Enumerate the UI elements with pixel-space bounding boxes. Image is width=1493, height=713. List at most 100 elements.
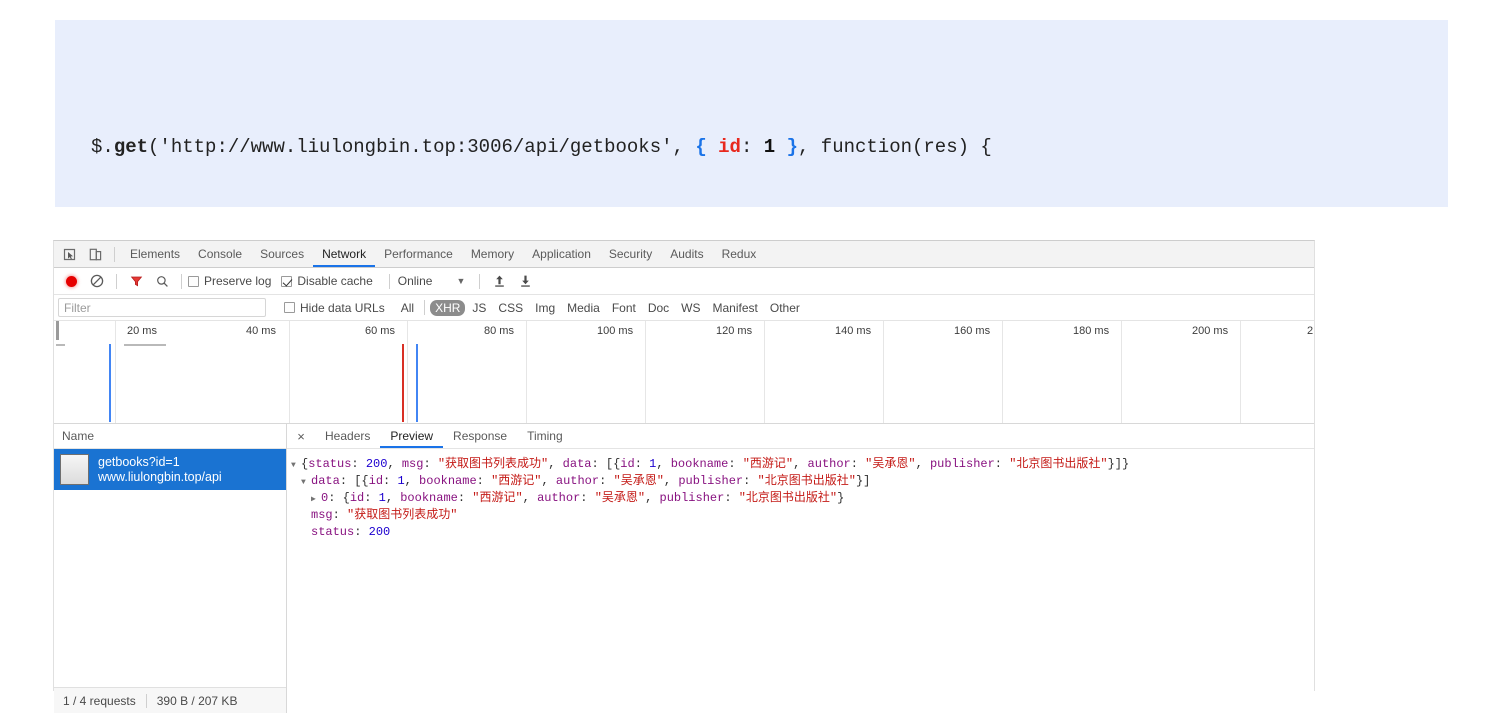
tab-performance[interactable]: Performance bbox=[375, 241, 462, 267]
preserve-log-checkbox[interactable]: Preserve log bbox=[188, 274, 271, 288]
record-dot-icon bbox=[65, 275, 77, 287]
toolbar-divider bbox=[116, 273, 117, 289]
request-name-column: Name getbooks?id=1 www.liulongbin.top/ap… bbox=[54, 424, 287, 713]
type-filter-other[interactable]: Other bbox=[765, 300, 805, 316]
request-row-text: getbooks?id=1 www.liulongbin.top/api bbox=[98, 455, 222, 485]
overview-tick-label: 200 ms bbox=[1192, 325, 1229, 337]
toggle-device-toolbar-icon[interactable] bbox=[82, 242, 108, 266]
overview-tick-label: 160 ms bbox=[954, 325, 991, 337]
code-method-get: get bbox=[113, 136, 149, 158]
inspect-element-icon[interactable] bbox=[56, 242, 82, 266]
tab-sources[interactable]: Sources bbox=[251, 241, 313, 267]
tab-network[interactable]: Network bbox=[313, 241, 375, 267]
json-value-id: 1 bbox=[378, 491, 386, 505]
tab-memory[interactable]: Memory bbox=[462, 241, 523, 267]
filter-input[interactable] bbox=[58, 298, 266, 317]
tab-security[interactable]: Security bbox=[600, 241, 661, 267]
record-button[interactable] bbox=[58, 269, 84, 293]
hide-data-urls-checkbox[interactable]: Hide data URLs bbox=[284, 301, 385, 315]
tab-console[interactable]: Console bbox=[189, 241, 251, 267]
json-punct: : bbox=[423, 457, 438, 471]
network-filter-bar: Hide data URLs All XHR JS CSS Img Media … bbox=[54, 295, 1314, 321]
code-line-1: $.get('http://www.liulongbin.top:3006/ap… bbox=[91, 126, 1448, 168]
json-line-msg: msg: "获取图书列表成功" bbox=[291, 507, 1314, 524]
type-filter-doc[interactable]: Doc bbox=[643, 300, 674, 316]
json-value-status: 200 bbox=[368, 525, 391, 539]
json-key-publisher: publisher bbox=[929, 457, 995, 471]
detail-tab-preview[interactable]: Preview bbox=[380, 424, 443, 448]
disable-cache-checkbox[interactable]: Disable cache bbox=[281, 274, 373, 288]
detail-tab-timing[interactable]: Timing bbox=[517, 424, 573, 448]
close-icon[interactable]: × bbox=[291, 426, 311, 446]
type-filter-manifest[interactable]: Manifest bbox=[708, 300, 763, 316]
json-value-status: 200 bbox=[365, 457, 388, 471]
json-punct: , bbox=[915, 457, 930, 471]
json-key-msg: msg bbox=[401, 457, 424, 471]
type-filter-font[interactable]: Font bbox=[607, 300, 641, 316]
tab-redux[interactable]: Redux bbox=[713, 241, 766, 267]
type-filter-img[interactable]: Img bbox=[530, 300, 560, 316]
json-line-data[interactable]: ▼ data: [{id: 1, bookname: "西游记", author:… bbox=[291, 473, 1314, 490]
overview-tick-label: 40 ms bbox=[246, 325, 276, 337]
json-key-id: id bbox=[368, 474, 384, 488]
throttling-value: Online bbox=[397, 274, 433, 288]
type-filter-css[interactable]: CSS bbox=[493, 300, 528, 316]
hide-data-urls-label: Hide data URLs bbox=[300, 300, 385, 315]
request-row-getbooks[interactable]: getbooks?id=1 www.liulongbin.top/api bbox=[54, 449, 286, 490]
json-key-status: status bbox=[308, 457, 352, 471]
json-punct: : [{ bbox=[339, 474, 369, 488]
details-tabbar: × Headers Preview Response Timing bbox=[287, 424, 1314, 449]
detail-tab-headers[interactable]: Headers bbox=[315, 424, 380, 448]
tab-elements[interactable]: Elements bbox=[121, 241, 189, 267]
overview-tick-label: 60 ms bbox=[365, 325, 395, 337]
json-line-root[interactable]: ▼ {status: 200, msg: "获取图书列表成功", data: [{… bbox=[291, 456, 1314, 473]
toolbar-divider bbox=[181, 273, 182, 289]
clear-button[interactable] bbox=[84, 269, 110, 293]
json-punct: }] bbox=[855, 474, 871, 488]
export-har-icon[interactable] bbox=[512, 269, 538, 293]
overview-tick-label: 80 ms bbox=[484, 325, 514, 337]
disclosure-triangle-collapsed-icon[interactable]: ▶ bbox=[311, 491, 321, 508]
json-key-msg: msg bbox=[311, 508, 333, 522]
json-key-bookname: bookname bbox=[419, 474, 477, 488]
import-har-icon[interactable] bbox=[486, 269, 512, 293]
search-icon[interactable] bbox=[149, 269, 175, 293]
tab-application[interactable]: Application bbox=[523, 241, 600, 267]
detail-tab-response[interactable]: Response bbox=[443, 424, 517, 448]
code-snippet-block: $.get('http://www.liulongbin.top:3006/ap… bbox=[55, 20, 1448, 410]
json-punct: : bbox=[364, 491, 379, 505]
filter-funnel-icon[interactable] bbox=[123, 269, 149, 293]
type-filter-media[interactable]: Media bbox=[562, 300, 605, 316]
code-close-brace: } bbox=[786, 136, 798, 158]
tab-audits[interactable]: Audits bbox=[661, 241, 712, 267]
json-punct: , bbox=[404, 474, 420, 488]
throttling-select[interactable]: Online ▼ bbox=[398, 274, 466, 288]
type-filter-js[interactable]: JS bbox=[467, 300, 491, 316]
disclosure-triangle-expanded-icon[interactable]: ▼ bbox=[301, 474, 311, 491]
chevron-down-icon: ▼ bbox=[456, 276, 466, 286]
json-punct: : bbox=[383, 474, 398, 488]
json-punct: : bbox=[724, 491, 739, 505]
type-filter-all[interactable]: All bbox=[396, 300, 419, 316]
toolbar-divider bbox=[388, 273, 390, 289]
code-text: , function(res) { bbox=[797, 136, 992, 158]
overview-tick-label: 20 ms bbox=[127, 325, 157, 337]
json-key-data: data bbox=[311, 474, 340, 488]
overview-tick-label: 100 ms bbox=[597, 325, 634, 337]
type-filter-ws[interactable]: WS bbox=[676, 300, 705, 316]
json-punct: , bbox=[663, 474, 679, 488]
network-overview-timeline[interactable]: 20 ms 40 ms 60 ms 80 ms 100 ms 120 ms 14… bbox=[54, 321, 1314, 424]
json-value-id: 1 bbox=[397, 474, 405, 488]
json-punct: , bbox=[793, 457, 808, 471]
network-action-bar: Preserve log Disable cache Online ▼ bbox=[54, 268, 1314, 295]
overview-event-line-blue bbox=[416, 344, 418, 422]
json-line-status: status: 200 bbox=[291, 524, 1314, 541]
overview-event-line-red bbox=[402, 344, 404, 422]
overview-tick-label: 140 ms bbox=[835, 325, 872, 337]
type-filter-xhr[interactable]: XHR bbox=[430, 299, 466, 316]
json-line-item-0[interactable]: ▶ 0: {id: 1, bookname: "西游记", author: "吴承… bbox=[291, 490, 1314, 507]
devtools-tabbar: Elements Console Sources Network Perform… bbox=[54, 241, 1314, 268]
disclosure-triangle-expanded-icon[interactable]: ▼ bbox=[291, 457, 301, 474]
toolbar-divider bbox=[114, 246, 115, 262]
json-key-author: author bbox=[555, 474, 600, 488]
